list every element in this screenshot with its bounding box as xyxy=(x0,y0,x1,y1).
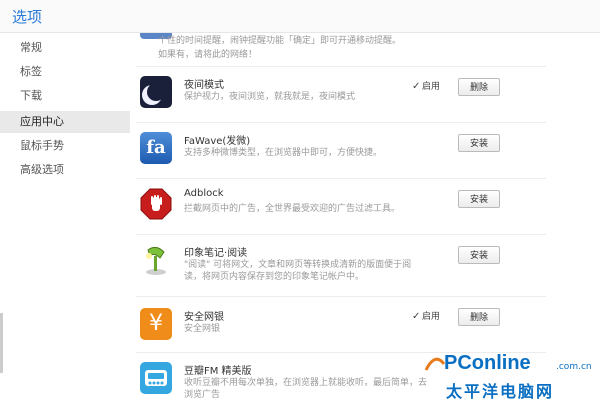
extension-row-adblock: Adblock 拦截网页中的广告，全世界最受欢迎的广告过滤工具。 安装 xyxy=(136,180,546,236)
divider xyxy=(136,296,546,297)
title-bar: 选项 xyxy=(0,0,600,33)
partial-desc-line-1: 个性的时间提醒，闹钟提醒功能「确定」即可开通移动提醒。 xyxy=(158,36,402,46)
divider xyxy=(136,234,546,235)
enable-checkbox[interactable]: ✓ 启用 xyxy=(412,80,440,94)
divider xyxy=(136,66,546,67)
pconline-logo-icon xyxy=(424,357,446,371)
evernote-reader-icon xyxy=(140,244,172,276)
divider xyxy=(136,122,546,123)
yen-icon: ¥ xyxy=(140,308,172,340)
sidebar-item-mouse-gestures[interactable]: 鼠标手势 xyxy=(0,135,130,157)
watermark-domain: .com.cn xyxy=(556,362,592,372)
extension-name: 夜间模式 xyxy=(184,80,224,91)
extension-desc: 拦截网页中的广告，全世界最受欢迎的广告过滤工具。 xyxy=(184,204,401,214)
extension-name: 印象笔记·阅读 xyxy=(184,248,248,259)
delete-button[interactable]: 删除 xyxy=(458,308,500,326)
extension-row-fawave: fa FaWave(发微) 支持多种微博类型，在浏览器中即可，方便快捷。 安装 xyxy=(136,124,546,180)
sidebar-item-app-center[interactable]: 应用中心 xyxy=(0,111,130,133)
enable-checkbox[interactable]: ✓ 启用 xyxy=(412,310,440,324)
extension-desc: 安全网银 xyxy=(184,324,221,334)
check-icon: ✓ xyxy=(412,81,421,92)
extension-row-evernote-reader: 印象笔记·阅读 "阅读" 可将网文，文章和网页等转换成清新的版面便于阅读，将网页… xyxy=(136,236,546,292)
sidebar-item-tabs[interactable]: 标签 xyxy=(0,61,130,83)
divider xyxy=(136,178,546,179)
extension-name: 安全网银 xyxy=(184,312,224,323)
sidebar-item-downloads[interactable]: 下载 xyxy=(0,85,130,107)
watermark-chinese: 太平洋电脑网 xyxy=(446,382,555,401)
extension-desc: "阅读" 可将网文，文章和网页等转换成清新的版面便于阅读，将网页内容保存到您的印… xyxy=(184,260,412,282)
sidebar-item-advanced[interactable]: 高级选项 xyxy=(0,159,130,181)
partial-desc-line-2: 如果有，请将此的网络！ xyxy=(158,50,258,60)
extension-row-night-mode: 夜间模式 保护视力，夜间浏览，就我就是，夜间模式 ✓ 启用 删除 xyxy=(136,68,546,124)
extension-desc: 支持多种微博类型，在浏览器中即可，方便快捷。 xyxy=(184,148,383,158)
stop-hand-icon xyxy=(140,188,172,220)
fa-icon: fa xyxy=(140,132,172,164)
sidebar-edge xyxy=(0,313,3,373)
pconline-watermark: PConline .com.cn 太平洋电脑网 xyxy=(424,352,594,404)
install-button[interactable]: 安装 xyxy=(458,190,500,208)
moon-icon xyxy=(140,76,172,108)
install-button[interactable]: 安装 xyxy=(458,134,500,152)
radio-icon xyxy=(140,362,172,394)
sidebar: 常规 标签 下载 应用中心 鼠标手势 高级选项 xyxy=(0,33,132,410)
extension-desc: 收听豆瓣不用每次单独，在浏览器上就能收听，最后简单，去浏览广告 xyxy=(184,378,428,400)
check-icon: ✓ xyxy=(412,311,421,322)
watermark-brand: PConline xyxy=(444,352,531,374)
extension-name: 豆瓣FM 精美版 xyxy=(184,366,252,377)
window-title: 选项 xyxy=(12,8,43,26)
extension-desc: 保护视力，夜间浏览，就我就是，夜间模式 xyxy=(184,92,356,102)
delete-button[interactable]: 删除 xyxy=(458,78,500,96)
extension-name: Adblock xyxy=(184,188,224,199)
install-button[interactable]: 安装 xyxy=(458,246,500,264)
sidebar-item-general[interactable]: 常规 xyxy=(0,37,130,59)
extension-row-safe-banking: ¥ 安全网银 安全网银 ✓ 启用 删除 xyxy=(136,300,546,356)
extension-name: FaWave(发微) xyxy=(184,136,251,147)
